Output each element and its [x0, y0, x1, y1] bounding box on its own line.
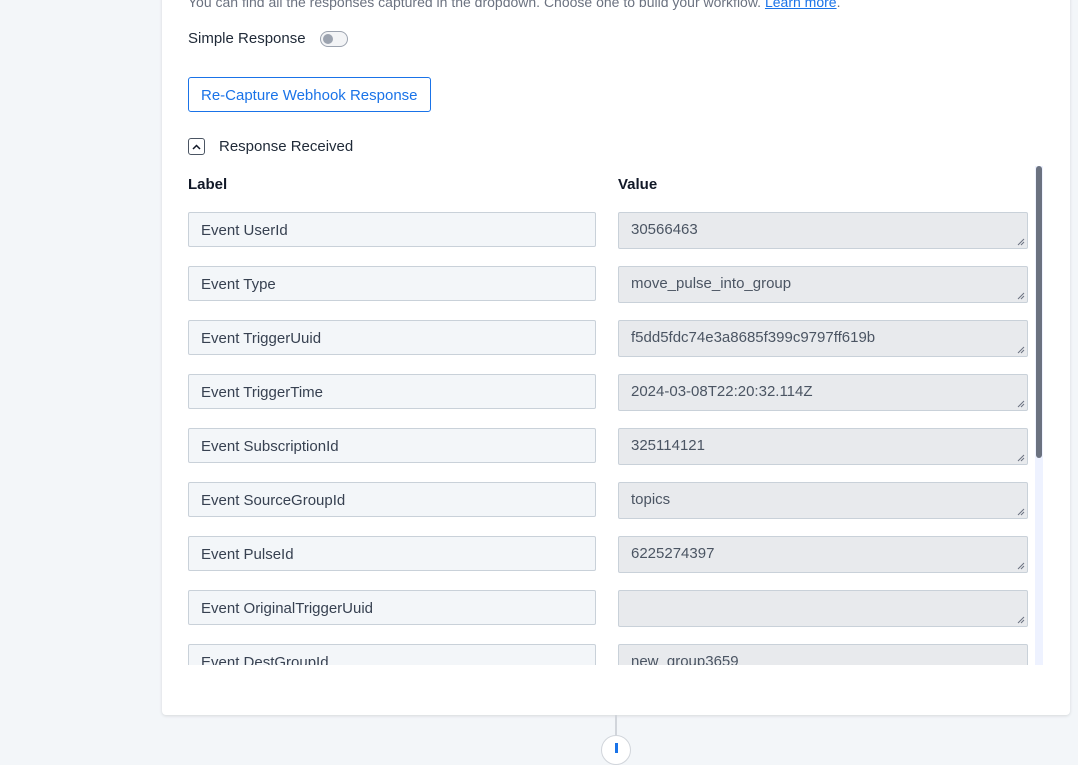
response-row: Event Type move_pulse_into_group: [188, 266, 1030, 304]
row-value-text: 325114121: [631, 437, 705, 454]
row-value[interactable]: [618, 590, 1028, 627]
row-value-text: 6225274397: [631, 545, 715, 562]
row-value[interactable]: new_group3659: [618, 644, 1028, 665]
row-value-text: 2024-03-08T22:20:32.114Z: [631, 383, 813, 400]
response-row: Event UserId 30566463: [188, 212, 1030, 250]
resize-grip-icon[interactable]: [1017, 454, 1025, 462]
simple-response-row: Simple Response: [188, 30, 348, 47]
row-label: Event Type: [188, 266, 596, 301]
response-received-title: Response Received: [219, 138, 354, 155]
row-label: Event SubscriptionId: [188, 428, 596, 463]
row-value-text: topics: [631, 491, 671, 508]
response-received-header: Response Received: [188, 138, 353, 155]
row-value[interactable]: topics: [618, 482, 1028, 519]
row-value-text: 30566463: [631, 221, 698, 238]
row-value[interactable]: 6225274397: [618, 536, 1028, 573]
row-value-text: new_group3659: [631, 653, 739, 665]
response-row: Event OriginalTriggerUuid: [188, 590, 1030, 628]
toggle-knob: [322, 33, 333, 44]
row-label: Event TriggerTime: [188, 374, 596, 409]
row-label: Event UserId: [188, 212, 596, 247]
resize-grip-icon[interactable]: [1017, 346, 1025, 354]
row-label: Event DestGroupId: [188, 644, 596, 665]
scrollbar-thumb[interactable]: [1036, 166, 1042, 458]
row-label: Event OriginalTriggerUuid: [188, 590, 596, 625]
resize-grip-icon[interactable]: [1017, 400, 1025, 408]
response-row: Event DestGroupId new_group3659: [188, 644, 1030, 665]
row-value[interactable]: 325114121: [618, 428, 1028, 465]
resize-grip-icon[interactable]: [1017, 292, 1025, 300]
row-label: Event SourceGroupId: [188, 482, 596, 517]
row-value-text: f5dd5fdc74e3a8685f399c9797ff619b: [631, 329, 876, 346]
scrollbar-track[interactable]: [1035, 166, 1043, 665]
help-text-period: .: [836, 0, 841, 10]
chevron-up-icon[interactable]: [188, 138, 205, 155]
response-rows: Event UserId 30566463 Event Type move_pu…: [188, 212, 1030, 665]
add-step-button[interactable]: [601, 735, 631, 765]
help-text-body: You can find all the responses captured …: [188, 0, 762, 10]
row-value-text: move_pulse_into_group: [631, 275, 792, 292]
response-row: Event SourceGroupId topics: [188, 482, 1030, 520]
help-text: You can find all the responses captured …: [188, 0, 840, 10]
row-value[interactable]: 2024-03-08T22:20:32.114Z: [618, 374, 1028, 411]
response-row: Event PulseId 6225274397: [188, 536, 1030, 574]
resize-grip-icon[interactable]: [1017, 562, 1025, 570]
row-label: Event PulseId: [188, 536, 596, 571]
response-row: Event SubscriptionId 325114121: [188, 428, 1030, 466]
row-label: Event TriggerUuid: [188, 320, 596, 355]
resize-grip-icon[interactable]: [1017, 238, 1025, 246]
webhook-response-card: You can find all the responses captured …: [162, 0, 1070, 715]
row-value[interactable]: move_pulse_into_group: [618, 266, 1028, 303]
recapture-webhook-button[interactable]: Re-Capture Webhook Response: [188, 77, 431, 112]
learn-more-link[interactable]: Learn more: [765, 0, 837, 10]
response-row: Event TriggerTime 2024-03-08T22:20:32.11…: [188, 374, 1030, 412]
plus-icon: [615, 743, 618, 753]
row-value[interactable]: f5dd5fdc74e3a8685f399c9797ff619b: [618, 320, 1028, 357]
resize-grip-icon[interactable]: [1017, 508, 1025, 516]
response-row: Event TriggerUuid f5dd5fdc74e3a8685f399c…: [188, 320, 1030, 358]
label-column-header: Label: [188, 176, 228, 193]
simple-response-label: Simple Response: [188, 30, 306, 47]
value-column-header: Value: [618, 176, 658, 193]
resize-grip-icon[interactable]: [1017, 616, 1025, 624]
row-value[interactable]: 30566463: [618, 212, 1028, 249]
simple-response-toggle[interactable]: [319, 30, 348, 47]
